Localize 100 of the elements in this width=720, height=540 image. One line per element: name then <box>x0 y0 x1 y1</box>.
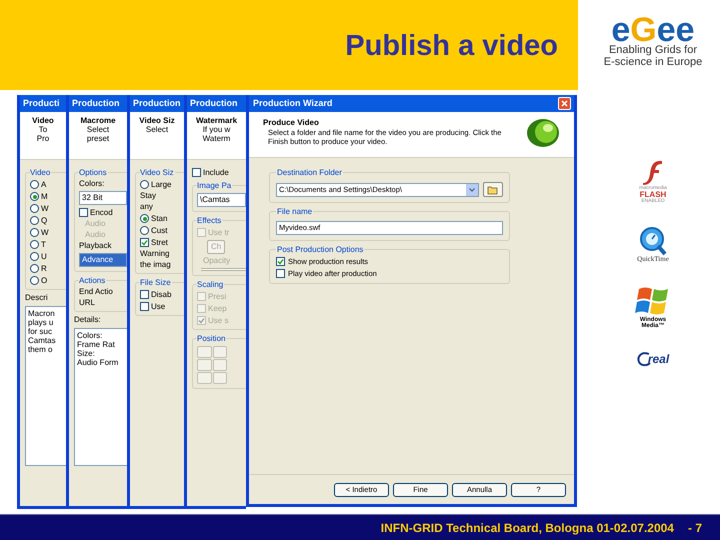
radio-button[interactable] <box>30 276 39 285</box>
windows-flag-icon <box>635 285 671 317</box>
group-label: Effects <box>197 217 222 225</box>
label-text: Audio <box>84 231 106 239</box>
checkbox-label: Use tr <box>208 228 230 236</box>
description-line: for suc <box>28 327 54 336</box>
header-text: Macrome <box>80 116 116 125</box>
label-text: End Actio <box>79 288 114 296</box>
label-text: Stay <box>140 192 158 200</box>
checkmark-icon <box>277 258 284 265</box>
sphere-icon <box>526 118 560 148</box>
close-button[interactable] <box>558 97 571 110</box>
radio-label: Stan <box>151 214 168 222</box>
description-line: Camtas <box>28 336 57 345</box>
group-label: Image Pa <box>197 182 232 190</box>
group-label: Scaling <box>197 281 224 289</box>
group-label: Video <box>30 169 52 177</box>
description-line: Frame Rat <box>77 340 116 349</box>
position-cell[interactable] <box>212 372 227 384</box>
window-title: Production Wizard <box>253 96 332 110</box>
checkbox-label: Use <box>151 302 166 310</box>
label-text: Descri <box>25 294 49 302</box>
header-text: Select <box>146 125 168 134</box>
radio-label: Q <box>41 216 48 224</box>
label-text: Details: <box>74 316 102 324</box>
checkmark-icon <box>198 317 205 324</box>
slider-track[interactable] <box>201 268 246 271</box>
checkbox-label: Encod <box>90 208 113 216</box>
checkbox[interactable] <box>140 302 149 311</box>
header-text: Select <box>86 125 110 134</box>
label-text: Playback <box>79 242 112 250</box>
header-text: preset <box>86 134 110 143</box>
radio-button[interactable] <box>30 192 39 201</box>
radio-button[interactable] <box>30 228 39 237</box>
position-cell[interactable] <box>197 372 212 384</box>
checkbox[interactable] <box>276 257 285 266</box>
page-number: - 7 <box>688 520 702 536</box>
radio-button[interactable] <box>30 216 39 225</box>
radio-label: Cust <box>151 226 168 234</box>
window-title: Production <box>190 96 238 110</box>
position-cell[interactable] <box>212 346 227 358</box>
caret-icon <box>469 188 475 192</box>
radio-label: R <box>41 264 47 272</box>
radio-button[interactable] <box>140 226 149 235</box>
input-field[interactable]: 32 Bit <box>79 191 127 205</box>
group-label: Options <box>79 169 108 177</box>
checkbox[interactable] <box>140 290 149 299</box>
checkmark-icon <box>141 239 148 246</box>
checkbox[interactable] <box>79 208 88 217</box>
radio-button[interactable] <box>140 214 149 223</box>
group-label: File Size <box>140 279 172 287</box>
radio-label: M <box>41 192 48 200</box>
checkbox[interactable] <box>276 269 285 278</box>
position-cell[interactable] <box>197 359 212 371</box>
label-text: URL <box>79 299 96 307</box>
label-text: Warning <box>140 250 170 258</box>
radio-button[interactable] <box>30 240 39 249</box>
radio-label: Large <box>151 180 172 188</box>
header-text: Watermark <box>196 116 238 125</box>
logo-tagline: E-science in Europe <box>604 56 702 68</box>
browse-button[interactable] <box>483 182 503 197</box>
player-label: real <box>648 353 670 365</box>
group-label: Position <box>197 335 226 343</box>
quicktime-icon <box>638 226 667 256</box>
radio-button[interactable] <box>30 204 39 213</box>
label-text: any <box>140 203 154 211</box>
logo-letter: e <box>611 16 630 44</box>
radio-button[interactable] <box>30 252 39 261</box>
position-cell[interactable] <box>197 346 212 358</box>
checkbox-label: Keep <box>208 304 227 312</box>
radio-label: U <box>41 252 47 260</box>
window-title: Producti <box>23 96 60 110</box>
checkbox[interactable] <box>140 238 149 247</box>
checkbox[interactable] <box>192 168 201 177</box>
checkbox-label: Use s <box>208 316 228 324</box>
input-field[interactable]: \Camtas <box>197 193 246 207</box>
group-label: Actions <box>79 277 106 285</box>
radio-label: A <box>41 180 46 188</box>
description-line: Macron <box>28 309 56 318</box>
description-line: Size: <box>77 349 96 358</box>
radio-label: T <box>41 240 46 248</box>
radio-button[interactable] <box>30 180 39 189</box>
header-text: To <box>38 125 48 134</box>
group-label: File name <box>276 208 314 216</box>
group-label: Video Siz <box>140 169 175 177</box>
flash-icon <box>642 158 664 186</box>
position-cell[interactable] <box>212 359 227 371</box>
checkbox-label: Disab <box>151 290 172 298</box>
input-field[interactable]: Advance <box>79 253 127 267</box>
description-line: Audio Form <box>77 358 120 367</box>
logo-letter: e <box>656 16 676 44</box>
radio-button[interactable] <box>30 264 39 273</box>
label-text: Colors: <box>79 180 106 188</box>
logo-letter: e <box>676 16 695 44</box>
radio-label: W <box>41 204 49 212</box>
radio-button[interactable] <box>140 180 149 189</box>
header-text: Video Siz <box>139 116 175 125</box>
step-heading: Produce Video <box>263 118 320 128</box>
header-text: Waterm <box>202 134 230 143</box>
logo-tagline: Enabling Grids for <box>608 44 698 56</box>
